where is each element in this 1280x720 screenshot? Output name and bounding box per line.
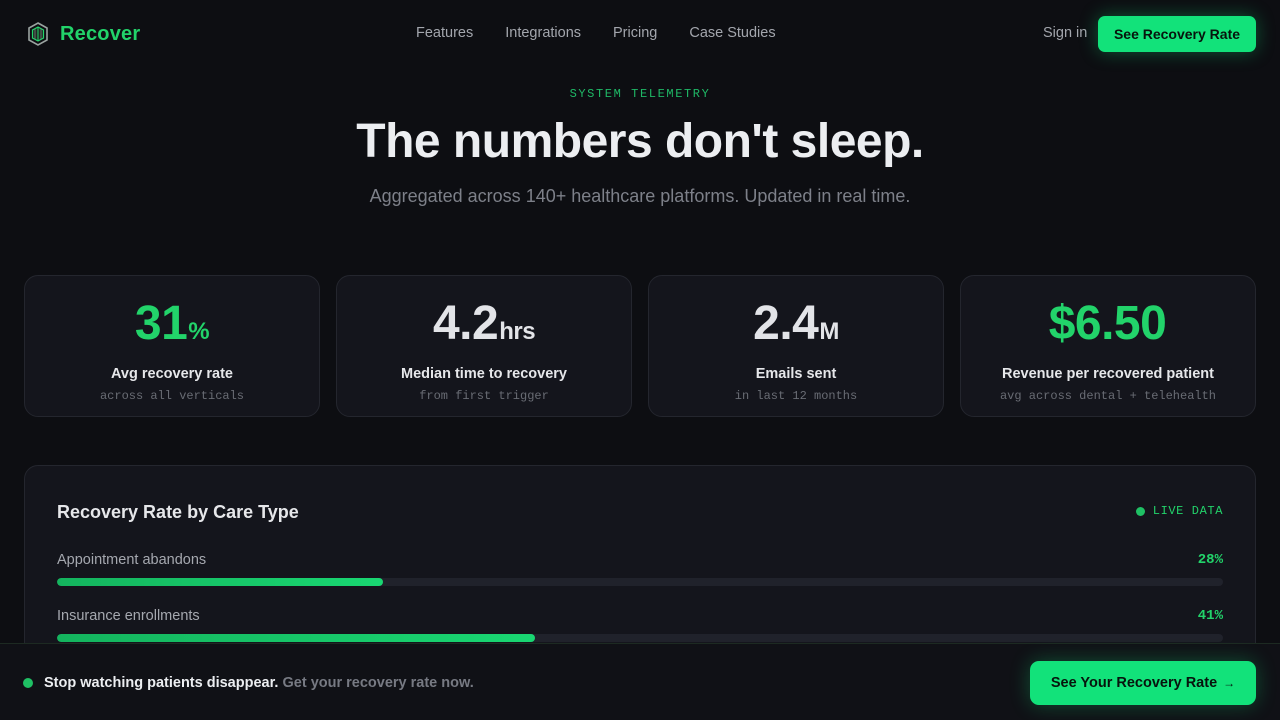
page: Recover Features Integrations Pricing Ca… <box>0 0 1280 720</box>
banner-text: Stop watching patients disappear. Get yo… <box>44 675 474 691</box>
see-your-recovery-rate-button[interactable]: See Your Recovery Rate → <box>1030 661 1256 705</box>
sign-in-link[interactable]: Sign in <box>1043 25 1087 41</box>
stat-label: Emails sent <box>755 366 837 382</box>
progress-fill <box>57 578 384 586</box>
bar-percent: 28% <box>1197 552 1223 568</box>
sticky-cta-banner: Stop watching patients disappear. Get yo… <box>0 643 1280 720</box>
hero-headline: The numbers don't sleep. <box>356 115 924 168</box>
stat-sublabel: across all verticals <box>99 389 245 403</box>
panel-title: Recovery Rate by Care Type <box>57 502 299 522</box>
stat-value: 4.2hrs <box>337 296 631 360</box>
nav-link-pricing[interactable]: Pricing <box>613 25 657 41</box>
arrow-right-icon: → <box>1223 676 1236 690</box>
stat-value: 2.4M <box>649 296 943 360</box>
status-dot-icon <box>23 678 33 688</box>
stat-unit: hrs <box>499 318 536 345</box>
nav-link-features[interactable]: Features <box>416 25 473 41</box>
live-dot-icon <box>1135 506 1145 516</box>
bar-row-appointment-abandons: Appointment abandons 28% <box>57 552 1223 586</box>
stat-number: 2.4 <box>753 297 819 350</box>
brand[interactable]: Recover <box>28 22 140 46</box>
nav-link-case-studies[interactable]: Case Studies <box>689 25 775 41</box>
stat-cards: 31% Avg recovery rate across all vertica… <box>24 275 1256 417</box>
progress-track <box>57 634 1223 642</box>
stat-number: 31 <box>134 297 188 350</box>
stat-card-emails-sent: 2.4M Emails sent in last 12 months <box>648 275 944 417</box>
hero-eyebrow: SYSTEM TELEMETRY <box>569 87 711 101</box>
nav-link-integrations[interactable]: Integrations <box>505 25 581 41</box>
live-data-indicator: LIVE DATA <box>1135 504 1223 518</box>
banner-strong-text: Stop watching patients disappear. <box>44 675 279 691</box>
bar-label: Appointment abandons <box>57 552 207 568</box>
live-data-label: LIVE DATA <box>1152 504 1223 518</box>
stat-unit: % <box>188 318 210 345</box>
progress-fill <box>57 634 536 642</box>
stat-value: $6.50 <box>961 296 1255 360</box>
stat-number: 4.2 <box>432 297 499 350</box>
stat-unit: M <box>819 318 839 345</box>
stat-number: $6.50 <box>1048 297 1167 350</box>
banner-muted-text: Get your recovery rate now. <box>282 675 474 691</box>
nav-links: Features Integrations Pricing Case Studi… <box>416 25 776 41</box>
see-recovery-rate-button[interactable]: See Recovery Rate <box>1098 16 1256 52</box>
cta-label: See Your Recovery Rate <box>1050 675 1218 691</box>
stat-label: Avg recovery rate <box>111 366 233 382</box>
stat-card-recovery-rate: 31% Avg recovery rate across all vertica… <box>24 275 320 417</box>
stat-card-revenue-per-patient: $6.50 Revenue per recovered patient avg … <box>960 275 1256 417</box>
brand-name: Recover <box>60 22 141 45</box>
stat-label: Revenue per recovered patient <box>1002 366 1214 382</box>
progress-track <box>57 578 1223 586</box>
bar-row-insurance-enrollments: Insurance enrollments 41% <box>57 608 1223 642</box>
stat-sublabel: in last 12 months <box>734 389 858 403</box>
bar-label: Insurance enrollments <box>57 608 200 624</box>
recover-logo-icon <box>28 22 48 46</box>
hero-subhead: Aggregated across 140+ healthcare platfo… <box>369 186 911 206</box>
stat-value: 31% <box>25 296 319 360</box>
top-nav: Recover Features Integrations Pricing Ca… <box>0 0 1280 68</box>
stat-label: Median time to recovery <box>401 366 567 382</box>
stat-sublabel: avg across dental + telehealth <box>999 389 1217 403</box>
stat-sublabel: from first trigger <box>419 389 549 403</box>
stat-card-median-time: 4.2hrs Median time to recovery from firs… <box>336 275 632 417</box>
bar-percent: 41% <box>1197 608 1223 624</box>
